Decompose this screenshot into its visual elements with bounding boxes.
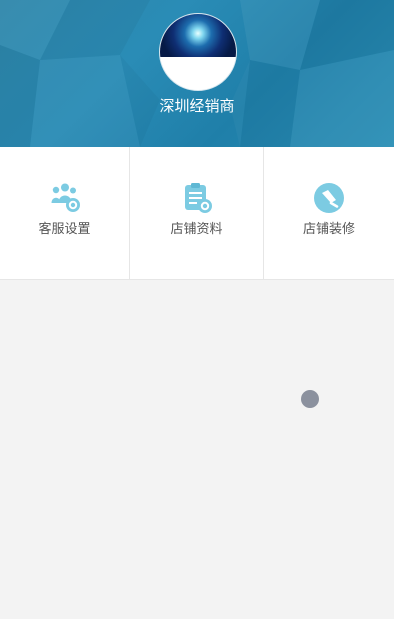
menu-item-label: 店铺装修 bbox=[302, 222, 355, 237]
shop-info-clipboard-icon bbox=[184, 183, 212, 213]
menu-item-label: 店铺资料 bbox=[170, 222, 223, 237]
shop-decoration-brush-icon bbox=[314, 183, 344, 213]
shop-avatar[interactable] bbox=[159, 13, 237, 91]
avatar-image bbox=[160, 14, 236, 57]
profile-header: 深圳经销商 bbox=[0, 0, 394, 147]
shop-menu: 客服设置 店铺资料 店铺装修 bbox=[0, 147, 394, 280]
menu-item-customer-service-settings[interactable]: 客服设置 bbox=[0, 147, 129, 279]
shop-name: 深圳经销商 bbox=[159, 97, 235, 115]
menu-item-label: 客服设置 bbox=[38, 222, 91, 237]
menu-item-shop-info[interactable]: 店铺资料 bbox=[129, 147, 263, 279]
floating-dot-icon[interactable] bbox=[301, 390, 319, 408]
customer-service-settings-icon bbox=[51, 183, 80, 212]
menu-item-shop-decoration[interactable]: 店铺装修 bbox=[263, 147, 394, 279]
